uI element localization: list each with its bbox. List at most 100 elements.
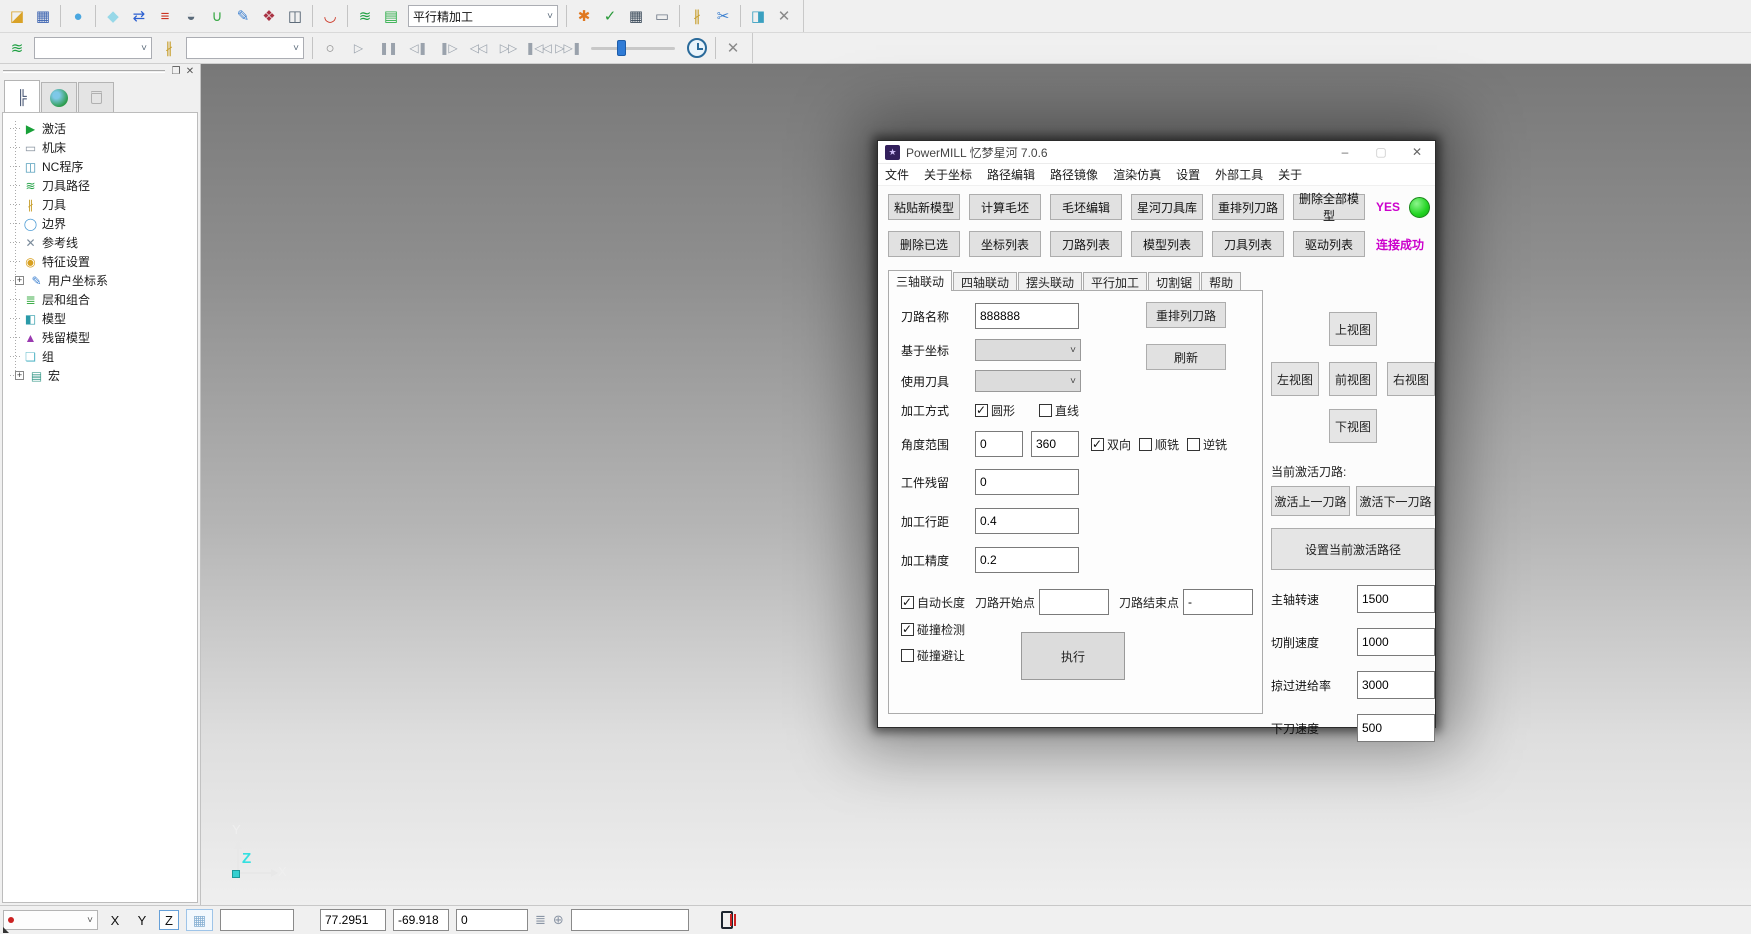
go-to-end-icon[interactable]: ▷▷❚ bbox=[553, 36, 583, 60]
play-icon[interactable]: ▷ bbox=[343, 36, 373, 60]
toolholder-icon[interactable]: ◫ bbox=[282, 4, 308, 28]
tool-select-combo[interactable]: ˅ bbox=[186, 37, 304, 59]
lightbulb-icon[interactable]: ○ bbox=[317, 36, 343, 60]
tool-list-button[interactable]: 刀具列表 bbox=[1212, 231, 1284, 257]
feedrate-icon[interactable]: ≡ bbox=[152, 4, 178, 28]
tree-item-stock-models[interactable]: ▲残留模型 bbox=[9, 328, 197, 347]
pattern-icon[interactable]: ✎ bbox=[230, 4, 256, 28]
tab-saw[interactable]: 切割锯 bbox=[1148, 272, 1200, 291]
grid-size-input[interactable] bbox=[220, 909, 294, 931]
close-toolbar-icon[interactable]: ✕ bbox=[720, 36, 746, 60]
view-front-button[interactable]: 前视图 bbox=[1329, 362, 1377, 396]
menu-path-mirror[interactable]: 路径镜像 bbox=[1050, 166, 1098, 183]
item-select-dropdown[interactable]: ˅ bbox=[3, 910, 98, 930]
tab-recycle-bin[interactable] bbox=[78, 82, 114, 112]
menu-settings[interactable]: 设置 bbox=[1176, 166, 1200, 183]
calc-stock-button[interactable]: 计算毛坯 bbox=[969, 194, 1041, 220]
end-point-input[interactable] bbox=[1183, 589, 1253, 615]
start-point-input[interactable] bbox=[1039, 589, 1109, 615]
tree-item-tools[interactable]: ∦刀具 bbox=[9, 195, 197, 214]
step-forward-icon[interactable]: ❚▷ bbox=[433, 36, 463, 60]
tab-help[interactable]: 帮助 bbox=[1201, 272, 1241, 291]
tool-icon[interactable]: ◒ bbox=[178, 4, 204, 28]
menu-external-tools[interactable]: 外部工具 bbox=[1215, 166, 1263, 183]
cutting-speed-input[interactable] bbox=[1357, 628, 1435, 656]
toolpath-list-icon[interactable]: ▤ bbox=[378, 4, 404, 28]
menu-render-sim[interactable]: 渲染仿真 bbox=[1113, 166, 1161, 183]
close-panel-icon[interactable]: ✕ bbox=[183, 65, 197, 78]
coord-y-input[interactable] bbox=[393, 909, 449, 931]
block-icon[interactable]: ◆ bbox=[100, 4, 126, 28]
stock-allowance-input[interactable] bbox=[975, 469, 1079, 495]
paste-new-model-button[interactable]: 粘贴新模型 bbox=[888, 194, 960, 220]
activate-prev-toolpath-button[interactable]: 激活上一刀路 bbox=[1271, 486, 1350, 516]
toolpath-strategy-icon[interactable]: ⇄ bbox=[126, 4, 152, 28]
simulate-entity-icon[interactable]: ✱ bbox=[571, 4, 597, 28]
scissors-icon[interactable]: ✂ bbox=[710, 4, 736, 28]
collision-avoid-checkbox[interactable]: 碰撞避让 bbox=[901, 647, 965, 664]
axis-z-button[interactable]: Z bbox=[159, 910, 179, 930]
skim-feed-input[interactable] bbox=[1357, 671, 1435, 699]
angle-from-input[interactable] bbox=[975, 431, 1023, 457]
open-project-icon[interactable]: ◪ bbox=[4, 4, 30, 28]
slider-handle[interactable] bbox=[617, 40, 626, 56]
angle-to-input[interactable] bbox=[1031, 431, 1079, 457]
expand-icon[interactable]: + bbox=[15, 371, 24, 380]
execute-button[interactable]: 执行 bbox=[1021, 632, 1125, 680]
coord-z-input[interactable] bbox=[456, 909, 528, 931]
boundary-icon[interactable]: ∪ bbox=[204, 4, 230, 28]
tab-head-sync[interactable]: 摆头联动 bbox=[1018, 272, 1082, 291]
menu-coords[interactable]: 关于坐标 bbox=[924, 166, 972, 183]
model-list-button[interactable]: 模型列表 bbox=[1131, 231, 1203, 257]
expand-icon[interactable]: + bbox=[15, 276, 24, 285]
tree-item-patterns[interactable]: ✕参考线 bbox=[9, 233, 197, 252]
tab-parallel[interactable]: 平行加工 bbox=[1083, 272, 1147, 291]
verify-icon[interactable]: ✓ bbox=[597, 4, 623, 28]
tree-item-macros[interactable]: +▤宏 bbox=[9, 366, 197, 385]
tree-item-activate[interactable]: ▶激活 bbox=[9, 119, 197, 138]
spindle-speed-input[interactable] bbox=[1357, 585, 1435, 613]
menu-path-edit[interactable]: 路径编辑 bbox=[987, 166, 1035, 183]
toolpath-list-button[interactable]: 刀路列表 bbox=[1050, 231, 1122, 257]
view-top-button[interactable]: 上视图 bbox=[1329, 312, 1377, 346]
view-bottom-button[interactable]: 下视图 bbox=[1329, 409, 1377, 443]
shaded-view-icon[interactable]: ● bbox=[65, 4, 91, 28]
activate-next-toolpath-button[interactable]: 激活下一刀路 bbox=[1356, 486, 1435, 516]
gauge-icon[interactable]: ▭ bbox=[649, 4, 675, 28]
grid-toggle-button[interactable]: ▦ bbox=[186, 909, 213, 931]
machining-strategy-combo[interactable]: 平行精加工˅ bbox=[408, 5, 558, 27]
mode-circle-checkbox[interactable]: 圆形 bbox=[975, 402, 1015, 419]
tree-item-nc-programs[interactable]: ◫NC程序 bbox=[9, 157, 197, 176]
menu-about[interactable]: 关于 bbox=[1278, 166, 1302, 183]
toolpath-select-combo[interactable]: ˅ bbox=[34, 37, 152, 59]
mode-line-checkbox[interactable]: 直线 bbox=[1039, 402, 1079, 419]
collision-check-icon[interactable]: ◡ bbox=[317, 4, 343, 28]
minimize-button[interactable]: – bbox=[1327, 141, 1363, 164]
tree-item-feature-sets[interactable]: ◉特征设置 bbox=[9, 252, 197, 271]
restore-panel-icon[interactable]: ❐ bbox=[169, 65, 183, 78]
tree-item-machine-tool[interactable]: ▭机床 bbox=[9, 138, 197, 157]
auto-length-checkbox[interactable]: 自动长度 bbox=[901, 594, 965, 611]
panel-grip[interactable]: ❐ ✕ bbox=[0, 64, 200, 79]
view-left-button[interactable]: 左视图 bbox=[1271, 362, 1319, 396]
stepover-input[interactable] bbox=[975, 508, 1079, 534]
axis-y-button[interactable]: Y bbox=[132, 910, 152, 930]
tab-viewer[interactable] bbox=[41, 82, 77, 112]
axis-x-button[interactable]: X bbox=[105, 910, 125, 930]
coord-list-button[interactable]: 坐标列表 bbox=[969, 231, 1041, 257]
refresh-button[interactable]: 刷新 bbox=[1146, 344, 1226, 370]
climb-mill-checkbox[interactable]: 顺铣 bbox=[1139, 436, 1179, 453]
rewind-icon[interactable]: ◁◁ bbox=[463, 36, 493, 60]
tree-item-boundaries[interactable]: ◯边界 bbox=[9, 214, 197, 233]
xinghe-tool-library-button[interactable]: 星河刀具库 bbox=[1131, 194, 1203, 220]
view-right-button[interactable]: 右视图 bbox=[1387, 362, 1435, 396]
active-toolpath-icon[interactable]: ≋ bbox=[352, 4, 378, 28]
based-coord-select[interactable]: ˅ bbox=[975, 339, 1081, 361]
rearrange-toolpaths-button[interactable]: 重排列刀路 bbox=[1146, 302, 1226, 328]
bidirectional-checkbox[interactable]: 双向 bbox=[1091, 436, 1131, 453]
tab-3axis[interactable]: 三轴联动 bbox=[888, 270, 952, 291]
calculator-icon[interactable]: ▦ bbox=[623, 4, 649, 28]
status-message-input[interactable] bbox=[571, 909, 689, 931]
fast-forward-icon[interactable]: ▷▷ bbox=[493, 36, 523, 60]
close-toolbar-icon[interactable]: ✕ bbox=[771, 4, 797, 28]
